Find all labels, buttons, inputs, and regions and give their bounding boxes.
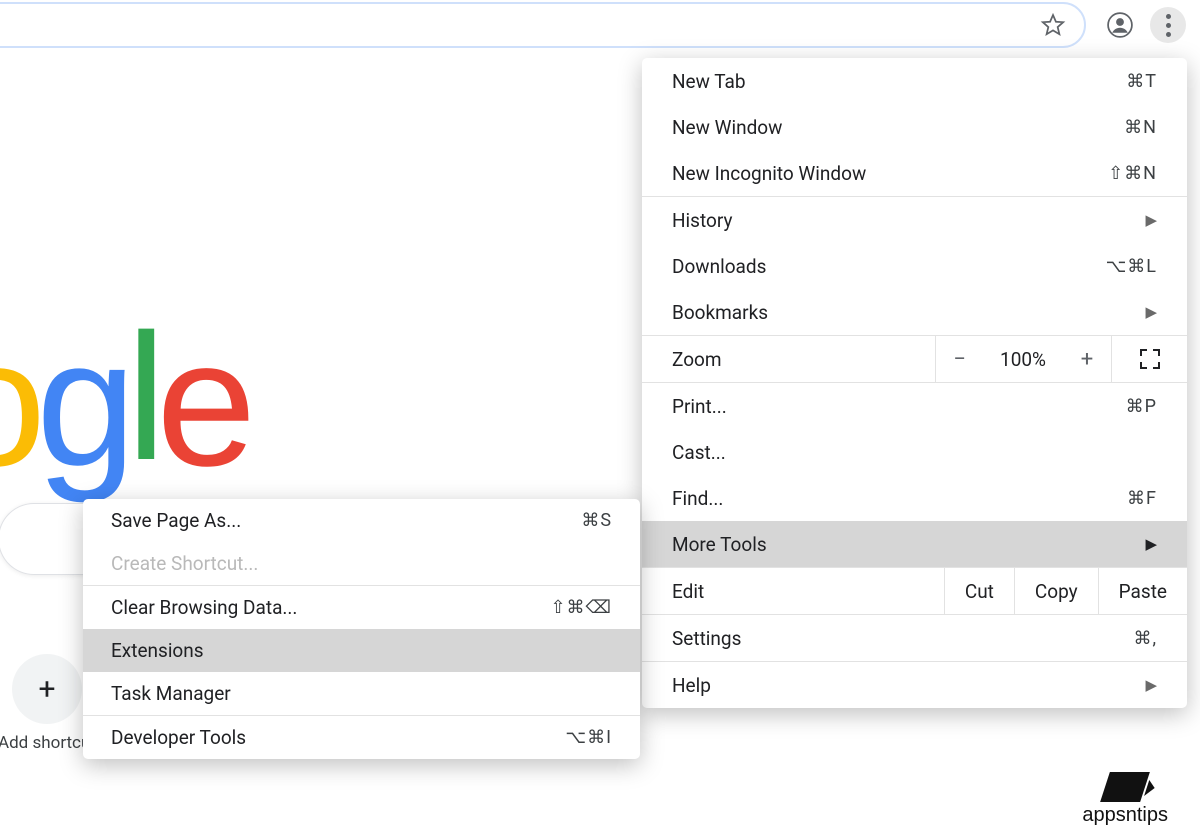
submenu-item-create-shortcut: Create Shortcut... <box>83 542 640 585</box>
chevron-right-icon: ▶ <box>1145 303 1157 321</box>
menu-label: More Tools <box>672 533 1135 556</box>
menu-item-new-tab[interactable]: New Tab ⌘T <box>642 58 1187 104</box>
watermark: appsntips <box>1082 772 1168 827</box>
menu-shortcut: ⌘P <box>1126 396 1157 417</box>
menu-item-cast[interactable]: Cast... <box>642 429 1187 475</box>
menu-label: Task Manager <box>111 682 231 705</box>
submenu-item-save-page[interactable]: Save Page As... ⌘S <box>83 499 640 542</box>
menu-shortcut: ⌘, <box>1133 628 1157 649</box>
menu-label: Help <box>672 674 1135 697</box>
logo-letter: l <box>126 294 156 501</box>
menu-item-help[interactable]: Help ▶ <box>642 662 1187 708</box>
fullscreen-button[interactable] <box>1111 336 1187 382</box>
google-logo-fragment: ogle <box>0 300 246 507</box>
chevron-right-icon: ▶ <box>1145 676 1157 694</box>
menu-label: Zoom <box>642 348 935 371</box>
menu-item-new-window[interactable]: New Window ⌘N <box>642 104 1187 150</box>
menu-shortcut: ⌘N <box>1124 117 1157 138</box>
menu-item-more-tools[interactable]: More Tools ▶ <box>642 521 1187 567</box>
menu-item-find[interactable]: Find... ⌘F <box>642 475 1187 521</box>
menu-label: New Tab <box>672 70 1126 93</box>
menu-item-downloads[interactable]: Downloads ⌥⌘L <box>642 243 1187 289</box>
logo-letter: e <box>156 300 246 507</box>
edit-cut-button[interactable]: Cut <box>944 568 1014 614</box>
fullscreen-icon <box>1140 349 1160 369</box>
watermark-icon <box>1100 772 1150 802</box>
edit-paste-button[interactable]: Paste <box>1098 568 1187 614</box>
menu-label: History <box>672 209 1135 232</box>
profile-button[interactable] <box>1102 7 1138 43</box>
zoom-value: 100% <box>983 336 1063 382</box>
menu-shortcut: ⌘T <box>1126 71 1157 92</box>
menu-label: Find... <box>672 487 1127 510</box>
submenu-item-dev-tools[interactable]: Developer Tools ⌥⌘I <box>83 716 640 759</box>
browser-toolbar <box>0 0 1200 50</box>
chevron-right-icon: ▶ <box>1145 211 1157 229</box>
menu-label: Developer Tools <box>111 726 246 749</box>
chrome-menu-button[interactable] <box>1150 7 1186 43</box>
edit-copy-button[interactable]: Copy <box>1014 568 1098 614</box>
submenu-item-clear-data[interactable]: Clear Browsing Data... ⇧⌘⌫ <box>83 586 640 629</box>
menu-item-bookmarks[interactable]: Bookmarks ▶ <box>642 289 1187 335</box>
menu-shortcut: ⇧⌘N <box>1108 163 1157 184</box>
watermark-text: appsntips <box>1082 804 1168 827</box>
add-shortcut-label: Add shortcut <box>0 733 96 753</box>
menu-label: Cast... <box>672 441 1157 464</box>
menu-label: Extensions <box>111 639 204 662</box>
menu-label: Settings <box>672 627 1133 650</box>
more-tools-submenu: Save Page As... ⌘S Create Shortcut... Cl… <box>83 499 640 759</box>
bookmark-star-icon[interactable] <box>1040 12 1066 38</box>
menu-shortcut: ⌥⌘L <box>1106 256 1157 277</box>
omnibox[interactable] <box>0 2 1086 48</box>
menu-label: New Incognito Window <box>672 162 1108 185</box>
menu-item-history[interactable]: History ▶ <box>642 197 1187 243</box>
menu-item-zoom: Zoom − 100% + <box>642 336 1187 382</box>
logo-letter: g <box>36 300 126 507</box>
menu-label: Edit <box>642 580 944 603</box>
menu-item-settings[interactable]: Settings ⌘, <box>642 615 1187 661</box>
logo-letter: o <box>0 300 36 507</box>
submenu-item-extensions[interactable]: Extensions <box>83 629 640 672</box>
chrome-main-menu: New Tab ⌘T New Window ⌘N New Incognito W… <box>642 58 1187 708</box>
zoom-in-button[interactable]: + <box>1063 336 1111 382</box>
submenu-item-task-manager[interactable]: Task Manager <box>83 672 640 715</box>
menu-label: Clear Browsing Data... <box>111 596 297 619</box>
zoom-out-button[interactable]: − <box>935 336 983 382</box>
menu-label: Save Page As... <box>111 509 241 532</box>
menu-label: New Window <box>672 116 1124 139</box>
plus-icon: + <box>38 672 55 707</box>
menu-shortcut: ⌘F <box>1127 488 1157 509</box>
menu-item-edit: Edit Cut Copy Paste <box>642 568 1187 614</box>
menu-shortcut: ⇧⌘⌫ <box>550 597 612 618</box>
menu-label: Print... <box>672 395 1126 418</box>
add-shortcut-button[interactable]: + <box>12 654 82 724</box>
menu-label: Create Shortcut... <box>111 552 258 575</box>
menu-label: Downloads <box>672 255 1106 278</box>
menu-item-new-incognito[interactable]: New Incognito Window ⇧⌘N <box>642 150 1187 196</box>
menu-shortcut: ⌥⌘I <box>565 727 612 748</box>
chevron-right-icon: ▶ <box>1145 535 1157 553</box>
menu-item-print[interactable]: Print... ⌘P <box>642 383 1187 429</box>
profile-icon <box>1107 12 1133 38</box>
menu-label: Bookmarks <box>672 301 1135 324</box>
menu-shortcut: ⌘S <box>581 510 612 531</box>
more-vert-icon <box>1166 12 1171 39</box>
